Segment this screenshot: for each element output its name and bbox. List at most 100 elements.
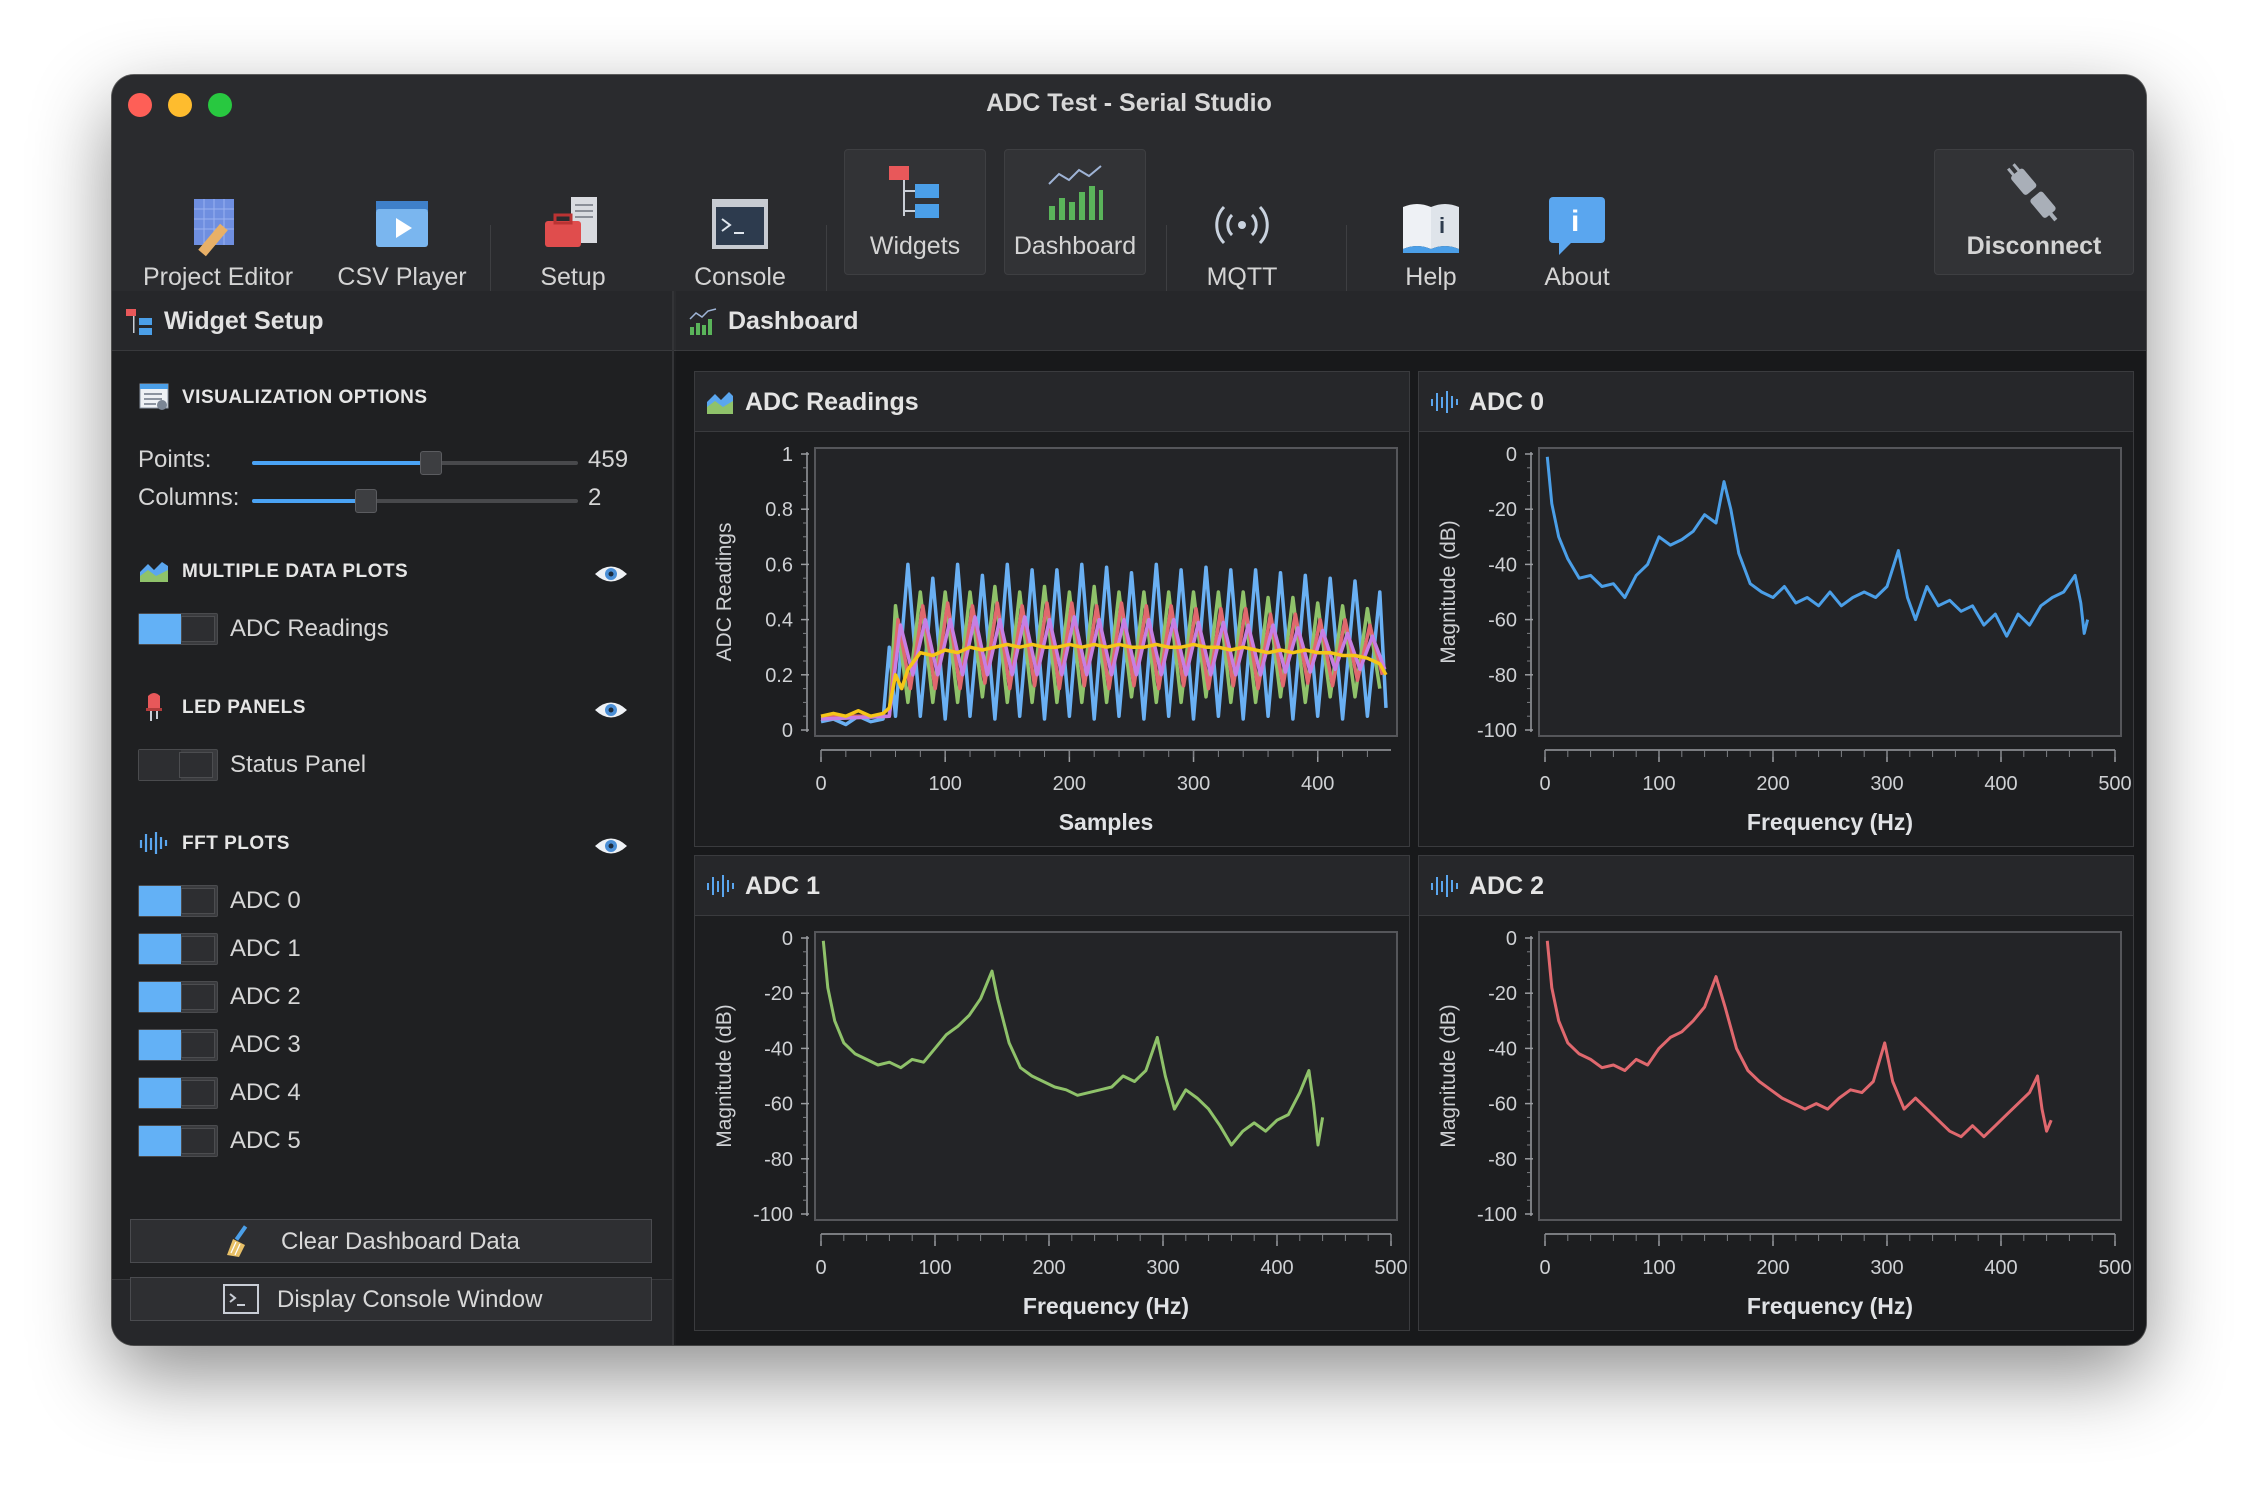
y-tick-label: 0.6 — [765, 554, 793, 576]
x-axis-label: Samples — [1059, 809, 1154, 835]
setup-button[interactable]: Setup — [498, 165, 648, 305]
toggle-adc-readings[interactable] — [138, 613, 218, 645]
toggle-knob — [179, 752, 213, 778]
toggle-label: ADC 0 — [230, 887, 301, 914]
toggle-adc-1[interactable] — [138, 933, 218, 965]
svg-text:i: i — [1571, 205, 1579, 238]
columns-slider[interactable] — [252, 489, 578, 513]
widget-adc-2: ADC 2 0 -20 -40 -60 -80 -100 0 100 200 300 400 500 F… — [1418, 855, 2134, 1331]
toolbar-label: Widgets — [869, 232, 961, 260]
x-tick-label: 0 — [1539, 773, 1550, 795]
disconnect-button[interactable]: Disconnect — [1934, 149, 2134, 275]
y-tick-label: -40 — [1488, 1038, 1517, 1060]
csv-player-button[interactable]: CSV Player — [310, 165, 494, 305]
fft-icon — [1431, 391, 1458, 413]
mqtt-icon — [1215, 205, 1269, 245]
toggle-knob — [181, 936, 215, 962]
y-tick-label: 0 — [1506, 444, 1517, 466]
widget-adc-1: ADC 1 0 -20 -40 -60 -80 -100 0 100 200 300 400 500 F… — [694, 855, 1410, 1331]
y-tick-label: 1 — [782, 444, 793, 466]
toggle-label: ADC 1 — [230, 935, 301, 962]
project-editor-button[interactable]: Project Editor — [126, 165, 310, 305]
toggle-knob — [181, 616, 215, 642]
csv-player-icon — [376, 201, 428, 247]
toggle-label: ADC 3 — [230, 1031, 301, 1058]
y-tick-label: 0 — [782, 720, 793, 742]
points-value: 459 — [588, 446, 629, 473]
x-tick-label: 100 — [918, 1257, 951, 1279]
x-tick-label: 300 — [1870, 1257, 1903, 1279]
toggle-status-panel[interactable] — [138, 749, 218, 781]
section-title: MULTIPLE DATA PLOTS — [182, 561, 409, 582]
toggle-label: ADC 4 — [230, 1079, 301, 1106]
toolbar-label: Disconnect — [1966, 232, 2102, 260]
y-axis-label: Magnitude (dB) — [713, 1004, 736, 1148]
y-tick-label: -100 — [1477, 720, 1517, 742]
toggle-adc-2[interactable] — [138, 981, 218, 1013]
mqtt-button[interactable]: MQTT — [1172, 165, 1312, 305]
led-icon — [146, 693, 162, 721]
x-tick-label: 300 — [1177, 773, 1210, 795]
eye-icon[interactable] — [594, 563, 628, 585]
toggle-adc-4[interactable] — [138, 1077, 218, 1109]
x-tick-label: 400 — [1301, 773, 1334, 795]
points-slider-handle[interactable] — [420, 451, 443, 475]
help-button[interactable]: i Help — [1366, 165, 1496, 305]
toggle-adc-5[interactable] — [138, 1125, 218, 1157]
button-label: Clear Dashboard Data — [281, 1228, 520, 1255]
widget-title: ADC 0 — [1469, 388, 1545, 416]
toggle-label: Status Panel — [230, 751, 367, 778]
fft-icon — [707, 875, 734, 897]
widget-adc-readings: ADC Readings 0 0.2 0.4 0.6 0.8 1 0 100 200 300 400… — [694, 371, 1410, 847]
y-tick-label: -80 — [1488, 665, 1517, 687]
x-tick-label: 500 — [2098, 773, 2131, 795]
toggle-knob — [181, 1032, 215, 1058]
toolbar-label: Setup — [540, 263, 606, 291]
y-tick-label: 0.2 — [765, 665, 793, 687]
display-console-button[interactable]: Display Console Window — [130, 1277, 652, 1321]
toggle-knob — [181, 984, 215, 1010]
widget-title: ADC 2 — [1469, 872, 1545, 900]
console-button[interactable]: Console — [650, 165, 830, 305]
widgets-button[interactable]: Widgets — [844, 149, 986, 275]
toggle-label: ADC 2 — [230, 983, 301, 1010]
panel-title: Dashboard — [728, 307, 859, 335]
widget-setup-header: Widget Setup — [112, 291, 672, 351]
widget-header: ADC 2 — [1419, 856, 2133, 916]
toggle-adc-3[interactable] — [138, 1029, 218, 1061]
widgets-icon — [889, 166, 939, 218]
columns-slider-handle[interactable] — [355, 489, 378, 513]
toggle-label: ADC Readings — [230, 615, 389, 642]
y-tick-label: -100 — [753, 1204, 793, 1226]
about-button[interactable]: i About — [1502, 165, 1652, 305]
dashboard-button[interactable]: Dashboard — [1004, 149, 1146, 275]
x-tick-label: 100 — [1642, 773, 1675, 795]
y-tick-label: -60 — [1488, 1094, 1517, 1116]
x-tick-label: 100 — [928, 773, 961, 795]
x-tick-label: 200 — [1756, 1257, 1789, 1279]
panel-title: Widget Setup — [164, 307, 324, 335]
toggle-knob — [181, 1128, 215, 1154]
clear-dashboard-button[interactable]: Clear Dashboard Data — [130, 1219, 652, 1263]
y-tick-label: -80 — [1488, 1149, 1517, 1171]
adc-readings-chart: 0 0.2 0.4 0.6 0.8 1 0 100 200 300 400 Samples ADC Re… — [713, 444, 1398, 835]
toggle-adc-0[interactable] — [138, 885, 218, 917]
x-tick-label: 0 — [1539, 1257, 1550, 1279]
eye-icon[interactable] — [594, 699, 628, 721]
visualization-options-icon — [139, 383, 169, 410]
eye-icon[interactable] — [594, 835, 628, 857]
dashboard-icon — [689, 308, 717, 335]
points-slider[interactable] — [252, 451, 578, 475]
x-tick-label: 100 — [1642, 1257, 1675, 1279]
toggle-fill — [139, 750, 181, 780]
x-tick-label: 500 — [1374, 1257, 1407, 1279]
fft-icon — [139, 832, 168, 854]
widget-header: ADC 0 — [1419, 372, 2133, 432]
x-tick-label: 200 — [1756, 773, 1789, 795]
plot-area — [1538, 931, 2122, 1221]
points-label: Points: — [138, 446, 212, 473]
y-tick-label: -60 — [764, 1094, 793, 1116]
window-title: ADC Test - Serial Studio — [986, 89, 1272, 117]
columns-slider-fill — [252, 499, 367, 503]
toolbar-label: About — [1544, 263, 1610, 291]
